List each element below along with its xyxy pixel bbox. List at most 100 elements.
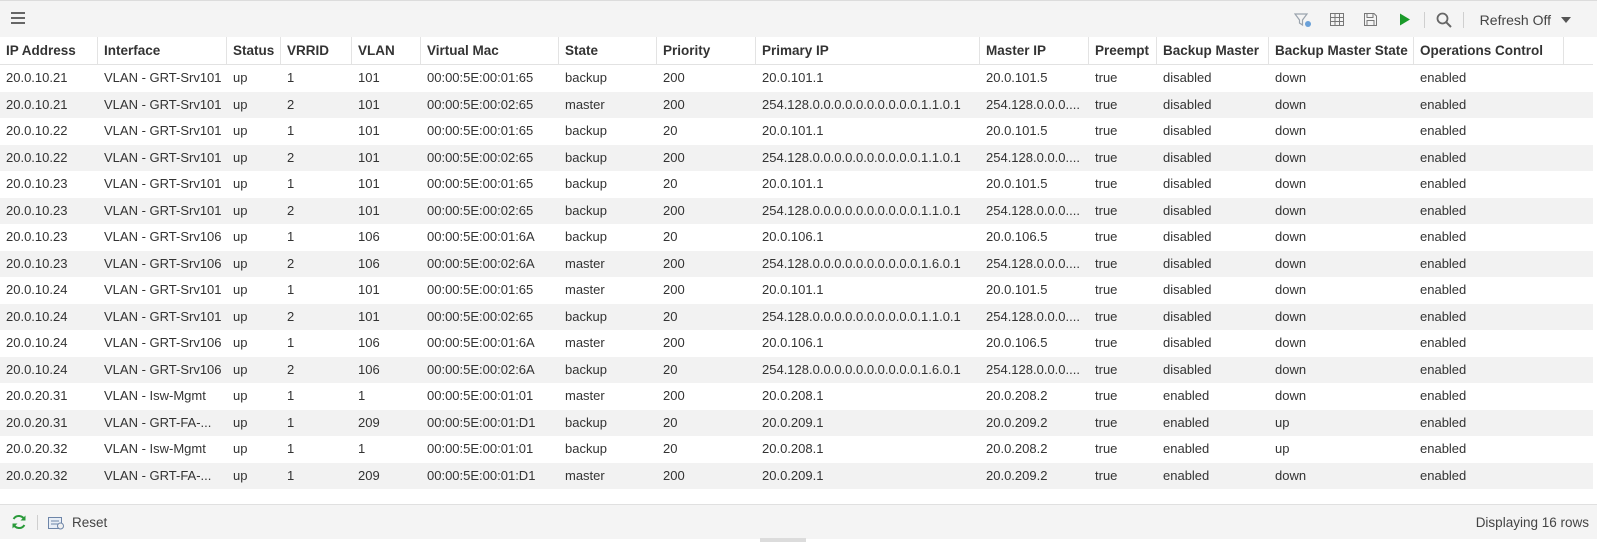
cell-status: up <box>233 467 248 483</box>
cell-operations-control: enabled <box>1420 414 1467 430</box>
cell-priority: 200 <box>663 388 685 403</box>
cell-vrrid: 1 <box>287 123 295 138</box>
cell-backup-master-state: down <box>1275 149 1307 165</box>
reset-button[interactable]: Reset <box>48 505 107 540</box>
cell-operations-control: enabled <box>1420 441 1467 456</box>
play-icon[interactable] <box>1388 1 1422 38</box>
column-header-preempt[interactable]: Preempt <box>1089 37 1157 64</box>
cell-status: up <box>233 149 248 165</box>
cell-primary-ip: 20.0.208.1 <box>762 441 824 456</box>
table-row[interactable]: 20.0.10.24 VLAN - GRT-Srv106 up 2 106 00:00:5… <box>0 356 1597 383</box>
cell-ip-address: 20.0.10.23 <box>6 202 68 218</box>
column-header-master-ip[interactable]: Master IP <box>980 37 1089 64</box>
table-row[interactable]: 20.0.10.23 VLAN - GRT-Srv101 up 1 101 00:00:5… <box>0 171 1597 198</box>
cell-state: backup <box>565 361 607 377</box>
cell-state: backup <box>565 229 607 244</box>
horizontal-scrollbar[interactable] <box>760 538 806 542</box>
table-row[interactable]: 20.0.10.23 VLAN - GRT-Srv106 up 1 106 00:00:5… <box>0 224 1597 251</box>
table-body: 20.0.10.21 VLAN - GRT-Srv101 up 1 101 00:00:5… <box>0 65 1597 489</box>
cell-vrrid: 1 <box>287 176 295 191</box>
cell-ip-address: 20.0.10.22 <box>6 123 68 138</box>
cell-backup-master-state: up <box>1275 441 1290 456</box>
cell-priority: 20 <box>663 414 678 430</box>
cell-vlan: 106 <box>358 335 380 350</box>
cell-primary-ip: 20.0.106.1 <box>762 335 824 350</box>
search-icon[interactable] <box>1427 1 1461 38</box>
save-icon[interactable] <box>1354 1 1388 38</box>
table-columns-icon[interactable] <box>1320 1 1354 38</box>
cell-virtual-mac: 00:00:5E:00:01:65 <box>427 176 534 191</box>
cell-preempt: true <box>1095 388 1118 403</box>
column-header-virtual-mac[interactable]: Virtual Mac <box>421 37 559 64</box>
cell-vlan: 101 <box>358 149 380 165</box>
cell-master-ip: 20.0.101.5 <box>986 123 1048 138</box>
cell-operations-control: enabled <box>1420 96 1467 112</box>
table-row[interactable]: 20.0.10.22 VLAN - GRT-Srv101 up 1 101 00:00:5… <box>0 118 1597 145</box>
table-row[interactable]: 20.0.10.24 VLAN - GRT-Srv106 up 1 106 00:00:5… <box>0 330 1597 357</box>
cell-operations-control: enabled <box>1420 202 1467 218</box>
table-row[interactable]: 20.0.20.31 VLAN - GRT-FA-... up 1 209 00:00:5… <box>0 409 1597 436</box>
cell-backup-master-state: down <box>1275 467 1307 483</box>
table-row[interactable]: 20.0.10.24 VLAN - GRT-Srv101 up 2 101 00:00:5… <box>0 303 1597 330</box>
column-header-ip-address[interactable]: IP Address <box>0 37 98 64</box>
cell-operations-control: enabled <box>1420 361 1467 377</box>
menu-icon[interactable] <box>11 12 25 26</box>
column-header-primary-ip[interactable]: Primary IP <box>756 37 980 64</box>
refresh-interval-dropdown[interactable]: Refresh Off <box>1466 1 1597 38</box>
cell-ip-address: 20.0.10.21 <box>6 96 68 112</box>
toolbar-divider <box>1462 11 1464 28</box>
cell-status: up <box>233 388 248 403</box>
column-header-backup-master[interactable]: Backup Master <box>1157 37 1269 64</box>
reset-icon <box>48 517 64 530</box>
cell-ip-address: 20.0.20.32 <box>6 441 68 456</box>
cell-operations-control: enabled <box>1420 149 1467 165</box>
cell-status: up <box>233 202 248 218</box>
table-row[interactable]: 20.0.20.31 VLAN - Isw-Mgmt up 1 1 00:00:5E:00… <box>0 383 1597 410</box>
refresh-icon[interactable] <box>11 514 27 530</box>
cell-vlan: 106 <box>358 255 380 271</box>
cell-backup-master: disabled <box>1163 202 1212 218</box>
cell-operations-control: enabled <box>1420 308 1467 324</box>
table-row[interactable]: 20.0.10.21 VLAN - GRT-Srv101 up 2 101 00:00:5… <box>0 91 1597 118</box>
cell-vlan: 101 <box>358 282 380 297</box>
cell-vrrid: 1 <box>287 388 295 403</box>
cell-state: backup <box>565 149 607 165</box>
cell-preempt: true <box>1095 123 1118 138</box>
cell-interface: VLAN - GRT-FA-... <box>104 467 212 483</box>
cell-vrrid: 2 <box>287 202 295 218</box>
table-row[interactable]: 20.0.10.23 VLAN - GRT-Srv101 up 2 101 00:00:5… <box>0 197 1597 224</box>
column-header-vrrid[interactable]: VRRID <box>281 37 352 64</box>
cell-state: backup <box>565 308 607 324</box>
cell-preempt: true <box>1095 441 1118 456</box>
cell-backup-master: disabled <box>1163 361 1212 377</box>
cell-vrrid: 2 <box>287 96 295 112</box>
cell-ip-address: 20.0.10.24 <box>6 361 68 377</box>
cell-status: up <box>233 282 248 297</box>
table-row[interactable]: 20.0.10.22 VLAN - GRT-Srv101 up 2 101 00:00:5… <box>0 144 1597 171</box>
cell-operations-control: enabled <box>1420 70 1467 85</box>
cell-preempt: true <box>1095 229 1118 244</box>
cell-status: up <box>233 176 248 191</box>
cell-interface: VLAN - GRT-Srv101 <box>104 123 222 138</box>
column-header-status[interactable]: Status <box>227 37 281 64</box>
table-row[interactable]: 20.0.20.32 VLAN - GRT-FA-... up 1 209 00:00:5… <box>0 462 1597 489</box>
cell-backup-master-state: down <box>1275 361 1307 377</box>
table-row[interactable]: 20.0.10.23 VLAN - GRT-Srv106 up 2 106 00:00:5… <box>0 250 1597 277</box>
cell-status: up <box>233 335 248 350</box>
column-header-operations-control[interactable]: Operations Control <box>1414 37 1564 64</box>
filter-icon[interactable] <box>1286 1 1320 38</box>
column-header-state[interactable]: State <box>559 37 657 64</box>
cell-master-ip: 20.0.208.2 <box>986 388 1048 403</box>
column-header-priority[interactable]: Priority <box>657 37 756 64</box>
column-header-backup-master-state[interactable]: Backup Master State <box>1269 37 1414 64</box>
cell-interface: VLAN - GRT-Srv101 <box>104 70 222 85</box>
cell-backup-master-state: down <box>1275 308 1307 324</box>
table-row[interactable]: 20.0.20.32 VLAN - Isw-Mgmt up 1 1 00:00:5E:00… <box>0 436 1597 463</box>
column-header-interface[interactable]: Interface <box>98 37 227 64</box>
cell-priority: 200 <box>663 255 685 271</box>
cell-priority: 20 <box>663 176 678 191</box>
table-row[interactable]: 20.0.10.24 VLAN - GRT-Srv101 up 1 101 00:00:5… <box>0 277 1597 304</box>
cell-virtual-mac: 00:00:5E:00:01:65 <box>427 70 534 85</box>
column-header-vlan[interactable]: VLAN <box>352 37 421 64</box>
table-row[interactable]: 20.0.10.21 VLAN - GRT-Srv101 up 1 101 00:00:5… <box>0 65 1597 92</box>
